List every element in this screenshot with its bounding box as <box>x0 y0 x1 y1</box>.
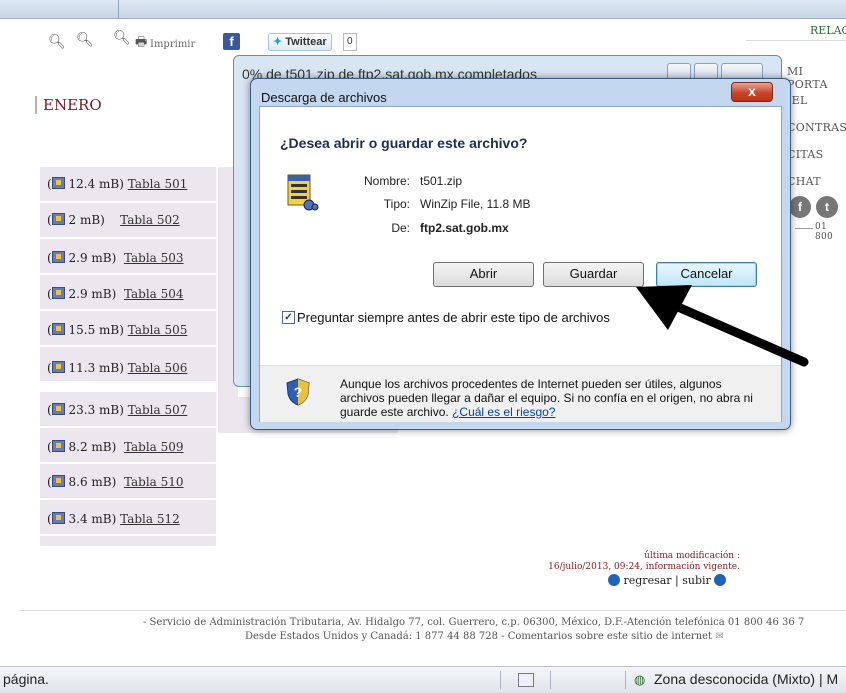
table-link[interactable]: Tabla 501 <box>128 177 188 191</box>
zip-icon <box>51 323 65 335</box>
status-bar: página. ◍ Zona desconocida (Mixto) | M <box>0 666 846 693</box>
zip-icon <box>51 512 65 524</box>
facebook-circle-icon[interactable]: f <box>789 196 811 218</box>
cancel-button[interactable]: Cancelar <box>656 262 757 287</box>
zip-icon <box>51 251 65 263</box>
page-nav: regresar | subir <box>608 574 727 587</box>
ask-always-checkbox[interactable]: ✓ <box>282 311 295 324</box>
mail-icon[interactable]: ✉ <box>715 631 723 642</box>
from-label: De: <box>391 221 410 235</box>
risk-link[interactable]: ¿Cuál es el riesgo? <box>452 405 555 419</box>
open-button[interactable]: Abrir <box>433 262 534 287</box>
up-arrow-icon <box>714 574 727 586</box>
browser-top-bar <box>0 0 846 19</box>
table-link[interactable]: Tabla 512 <box>120 512 180 526</box>
zip-icon <box>51 177 65 189</box>
zoom-in-icon[interactable]: 🔍︎ <box>113 30 131 46</box>
zip-file-icon <box>287 174 319 211</box>
warning-area: ? Aunque los archivos procedentes de Int… <box>260 365 781 422</box>
table-cell: ( 2.9 mB) Tabla 503 <box>47 251 184 265</box>
status-separator <box>500 671 501 689</box>
dialog-question: ¿Desea abrir o guardar este archivo? <box>280 135 528 151</box>
svg-text:?: ? <box>294 384 303 400</box>
footer-contact: Desde Estados Unidos y Canadá: 1 877 44 … <box>245 631 724 642</box>
month-heading: ENERO <box>35 96 102 114</box>
ask-always-label[interactable]: Preguntar siempre antes de abrir este ti… <box>297 310 610 325</box>
warning-text: Aunque los archivos procedentes de Inter… <box>340 377 760 419</box>
related-item[interactable]: CHAT <box>787 175 821 188</box>
type-label: Tipo: <box>383 197 410 211</box>
zoom-reset-icon[interactable]: 🔍︎ <box>76 32 94 48</box>
twitter-bird-icon: ✦ <box>273 36 283 48</box>
table-link[interactable]: Tabla 506 <box>128 361 188 375</box>
back-arrow-icon <box>608 574 620 586</box>
table-cell: ( 2 mB) Tabla 502 <box>47 213 180 227</box>
zip-icon <box>51 287 65 299</box>
page-status-icon[interactable] <box>518 673 534 687</box>
table-cell: ( 2.9 mB) Tabla 504 <box>47 287 184 301</box>
related-title: RELAC <box>810 24 846 37</box>
zip-icon <box>51 361 65 373</box>
status-separator <box>550 671 551 689</box>
type-value: WinZip File, 11.8 MB <box>420 197 531 211</box>
twitter-count: 0 <box>343 33 357 51</box>
zip-icon <box>51 475 65 487</box>
nav-separator: | <box>675 574 679 587</box>
table-cell: ( 8.6 mB) Tabla 510 <box>47 475 184 489</box>
from-value: ftp2.sat.gob.mx <box>420 221 509 235</box>
twitter-circle-icon[interactable]: t <box>816 196 838 218</box>
name-label: Nombre: <box>363 174 410 188</box>
zone-text[interactable]: Zona desconocida (Mixto) | M <box>654 671 838 687</box>
save-button[interactable]: Guardar <box>543 262 644 287</box>
twitter-label: Twittear <box>285 36 327 48</box>
table-link[interactable]: Tabla 504 <box>124 287 184 301</box>
back-link[interactable]: regresar <box>624 574 672 587</box>
table-cell: ( 8.2 mB) Tabla 509 <box>47 440 184 454</box>
dialog-body: ¿Desea abrir o guardar este archivo? Nom… <box>259 106 782 422</box>
zoom-out-icon[interactable]: 🔍︎ <box>48 34 66 50</box>
table-link[interactable]: Tabla 507 <box>128 403 188 417</box>
phone-divider <box>795 228 813 229</box>
table-cell: ( 12.4 mB) Tabla 501 <box>47 177 188 191</box>
dialog-title: Descarga de archivos <box>261 90 387 105</box>
table-link[interactable]: Tabla 509 <box>124 440 184 454</box>
security-shield-icon: ? <box>286 378 310 406</box>
table-cell: ( 15.5 mB) Tabla 505 <box>47 323 188 337</box>
phone-number: 01 800 <box>815 222 834 242</box>
name-value: t501.zip <box>420 174 463 188</box>
table-cell: ( 3.4 mB) Tabla 512 <box>47 512 180 526</box>
footer-contact-text: Desde Estados Unidos y Canadá: 1 877 44 … <box>245 631 713 642</box>
related-item[interactable]: CITAS <box>787 148 823 161</box>
status-separator <box>625 671 626 689</box>
table-link[interactable]: Tabla 510 <box>124 475 184 489</box>
last-modified-label: última modificación : <box>644 551 740 561</box>
globe-icon: ◍ <box>634 672 646 687</box>
zip-icon <box>51 213 65 225</box>
table-cell: ( 23.3 mB) Tabla 507 <box>47 403 188 417</box>
footer-divider <box>20 610 846 611</box>
twitter-button[interactable]: ✦ Twittear <box>268 33 332 51</box>
related-item[interactable]: CONTRAS <box>787 121 846 134</box>
table-link[interactable]: Tabla 502 <box>120 213 180 227</box>
facebook-icon[interactable]: f <box>223 33 240 50</box>
status-text: página. <box>3 671 49 687</box>
zip-icon <box>51 403 65 415</box>
zip-icon <box>51 440 65 452</box>
last-modified-value: 16/julio/2013, 09:24, información vigent… <box>548 562 740 572</box>
table-row-filler <box>40 536 216 546</box>
divider <box>746 40 846 41</box>
file-download-dialog: Descarga de archivos x ¿Desea abrir o gu… <box>250 78 791 430</box>
footer-address: - Servicio de Administración Tributaria,… <box>143 617 805 628</box>
table-link[interactable]: Tabla 505 <box>128 323 188 337</box>
table-cell: ( 11.3 mB) Tabla 506 <box>47 361 188 375</box>
up-link[interactable]: subir <box>682 574 711 587</box>
dialog-close-button[interactable]: x <box>731 82 773 102</box>
tab-stub[interactable] <box>118 0 131 18</box>
related-item[interactable]: MI PORTA <box>787 65 846 91</box>
print-link[interactable]: Imprimir <box>150 39 195 50</box>
print-icon[interactable]: 🖶 <box>135 33 147 55</box>
table-link[interactable]: Tabla 503 <box>124 251 184 265</box>
last-modified: última modificación : 16/julio/2013, 09:… <box>480 551 740 573</box>
